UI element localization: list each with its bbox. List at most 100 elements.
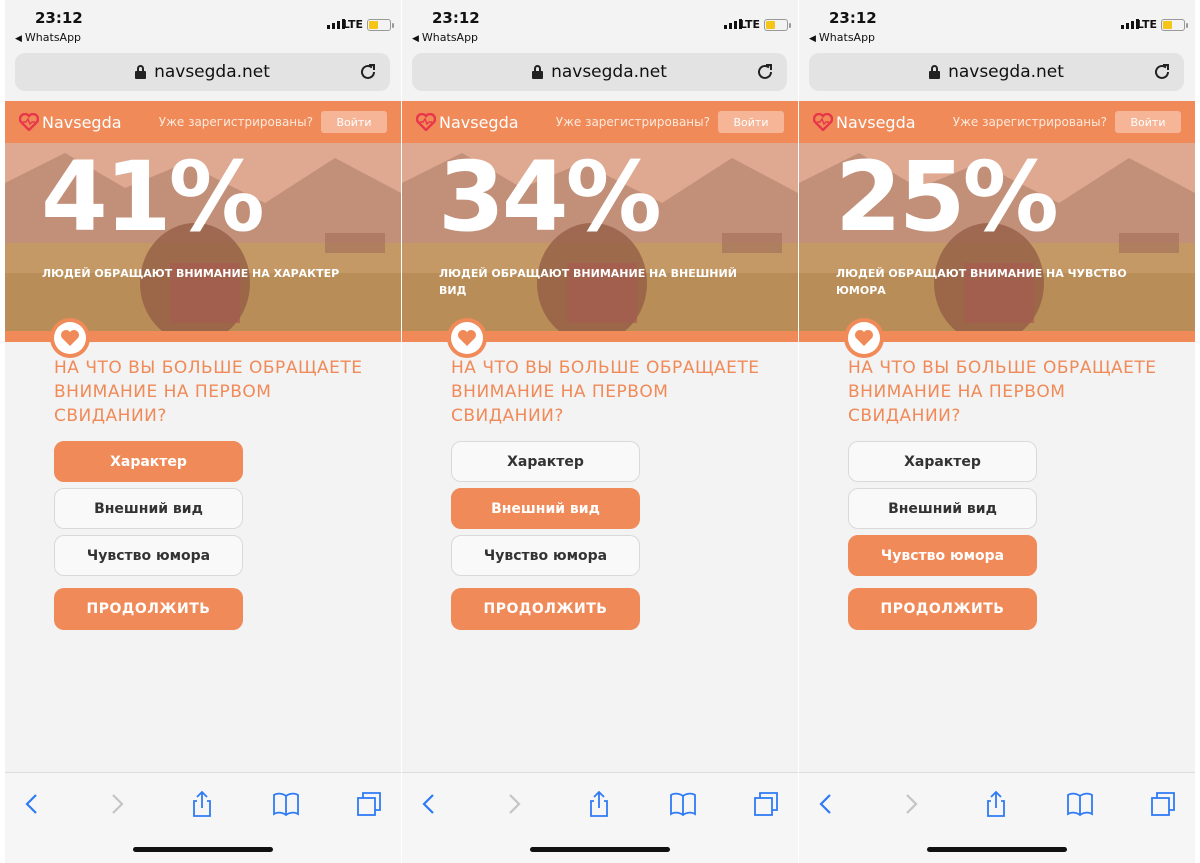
heart-icon [61, 330, 79, 346]
heart-badge [844, 318, 884, 358]
tabs-icon[interactable] [354, 789, 384, 819]
status-time: 23:12 [829, 9, 877, 27]
tabs-icon[interactable] [1148, 789, 1178, 819]
bookmarks-icon[interactable] [1065, 789, 1095, 819]
tabs-icon[interactable] [751, 789, 781, 819]
reload-icon[interactable] [1152, 62, 1172, 82]
lock-icon [532, 65, 544, 79]
home-indicator[interactable] [927, 847, 1067, 852]
option-humor[interactable]: Чувство юмора [451, 535, 640, 576]
already-registered-text: Уже зарегистрированы? [952, 115, 1107, 129]
forward-icon[interactable] [102, 789, 132, 819]
option-appearance[interactable]: Внешний вид [54, 488, 243, 529]
option-character[interactable]: Характер [451, 441, 640, 482]
status-bar: 23:12 ◀ WhatsApp LTE [402, 0, 798, 48]
hero-banner: 41% ЛЮДЕЙ ОБРАЩАЮТ ВНИМАНИЕ НА ХАРАКТЕР [5, 143, 401, 331]
phone-screen-3: 23:12 ◀ WhatsApp LTE navsegda.net Navsegd… [799, 0, 1195, 863]
reload-icon[interactable] [755, 62, 775, 82]
already-registered-text: Уже зарегистрированы? [555, 115, 710, 129]
home-indicator[interactable] [530, 847, 670, 852]
back-app-label: WhatsApp [421, 31, 479, 44]
option-character[interactable]: Характер [848, 441, 1037, 482]
status-time: 23:12 [35, 9, 83, 27]
continue-button[interactable]: ПРОДОЛЖИТЬ [54, 588, 243, 630]
reload-icon[interactable] [358, 62, 378, 82]
network-label: LTE [1136, 18, 1157, 31]
stat-caption: ЛЮДЕЙ ОБРАЩАЮТ ВНИМАНИЕ НА ЧУВСТВО ЮМОРА [836, 267, 1127, 297]
stat-caption: ЛЮДЕЙ ОБРАЩАЮТ ВНИМАНИЕ НА ХАРАКТЕР [42, 267, 340, 280]
question-title: НА ЧТО ВЫ БОЛЬШЕ ОБРАЩАЕТЕ ВНИМАНИЕ НА П… [54, 358, 363, 426]
continue-button[interactable]: ПРОДОЛЖИТЬ [451, 588, 640, 630]
status-bar: 23:12 ◀ WhatsApp LTE [799, 0, 1195, 48]
bookmarks-icon[interactable] [271, 789, 301, 819]
login-button[interactable]: Войти [718, 111, 784, 133]
phone-screen-2: 23:12 ◀ WhatsApp LTE navsegda.net Navsegd… [402, 0, 798, 863]
login-button[interactable]: Войти [321, 111, 387, 133]
login-button[interactable]: Войти [1115, 111, 1181, 133]
home-indicator[interactable] [133, 847, 273, 852]
back-app-label: WhatsApp [24, 31, 82, 44]
share-icon[interactable] [981, 789, 1011, 819]
percent-stat: 34% [438, 143, 662, 253]
stat-caption: ЛЮДЕЙ ОБРАЩАЮТ ВНИМАНИЕ НА ВНЕШНИЙ ВИД [439, 267, 737, 297]
heart-logo-icon [19, 113, 39, 131]
question-title: НА ЧТО ВЫ БОЛЬШЕ ОБРАЩАЕТЕ ВНИМАНИЕ НА П… [848, 358, 1157, 426]
url-bar[interactable]: navsegda.net [809, 53, 1184, 91]
url-bar[interactable]: navsegda.net [15, 53, 390, 91]
url-text: navsegda.net [948, 62, 1064, 82]
back-triangle-icon: ◀ [809, 34, 816, 44]
percent-stat: 41% [41, 143, 265, 253]
continue-button[interactable]: ПРОДОЛЖИТЬ [848, 588, 1037, 630]
browser-toolbar [799, 772, 1195, 863]
battery-icon [367, 19, 394, 31]
back-to-app-link[interactable]: ◀ WhatsApp [809, 31, 875, 44]
back-to-app-link[interactable]: ◀ WhatsApp [412, 31, 478, 44]
heart-badge [447, 318, 487, 358]
option-character[interactable]: Характер [54, 441, 243, 482]
phone-screen-1: 23:12 ◀ WhatsApp LTE navsegda.net Navsegd… [5, 0, 401, 863]
hero-banner: 34% ЛЮДЕЙ ОБРАЩАЮТ ВНИМАНИЕ НА ВНЕШНИЙ В… [402, 143, 798, 331]
logo-text: Navsegda [836, 112, 916, 132]
status-time: 23:12 [432, 9, 480, 27]
network-label: LTE [739, 18, 760, 31]
logo[interactable]: Navsegda [416, 113, 519, 132]
site-header: Navsegda Уже зарегистрированы? Войти [799, 101, 1195, 143]
logo[interactable]: Navsegda [813, 113, 916, 132]
forward-icon[interactable] [499, 789, 529, 819]
percent-stat: 25% [835, 143, 1059, 253]
back-triangle-icon: ◀ [412, 34, 419, 44]
option-appearance[interactable]: Внешний вид [451, 488, 640, 529]
back-app-label: WhatsApp [818, 31, 876, 44]
hero-banner: 25% ЛЮДЕЙ ОБРАЩАЮТ ВНИМАНИЕ НА ЧУВСТВО Ю… [799, 143, 1195, 331]
logo[interactable]: Navsegda [19, 113, 122, 132]
lock-icon [135, 65, 147, 79]
site-header: Navsegda Уже зарегистрированы? Войти [5, 101, 401, 143]
battery-icon [1161, 19, 1188, 31]
back-triangle-icon: ◀ [15, 34, 22, 44]
forward-icon[interactable] [896, 789, 926, 819]
logo-text: Navsegda [439, 112, 519, 132]
option-humor[interactable]: Чувство юмора [848, 535, 1037, 576]
back-icon[interactable] [17, 789, 47, 819]
option-appearance[interactable]: Внешний вид [848, 488, 1037, 529]
site-header: Navsegda Уже зарегистрированы? Войти [402, 101, 798, 143]
network-label: LTE [342, 18, 363, 31]
share-icon[interactable] [584, 789, 614, 819]
option-humor[interactable]: Чувство юмора [54, 535, 243, 576]
back-icon[interactable] [414, 789, 444, 819]
heart-logo-icon [416, 113, 436, 131]
heart-icon [855, 330, 873, 346]
browser-toolbar [5, 772, 401, 863]
back-icon[interactable] [811, 789, 841, 819]
heart-badge [50, 318, 90, 358]
bookmarks-icon[interactable] [668, 789, 698, 819]
browser-toolbar [402, 772, 798, 863]
share-icon[interactable] [187, 789, 217, 819]
lock-icon [929, 65, 941, 79]
already-registered-text: Уже зарегистрированы? [158, 115, 313, 129]
url-text: navsegda.net [551, 62, 667, 82]
url-bar[interactable]: navsegda.net [412, 53, 787, 91]
heart-icon [458, 330, 476, 346]
status-bar: 23:12 ◀ WhatsApp LTE [5, 0, 401, 48]
back-to-app-link[interactable]: ◀ WhatsApp [15, 31, 81, 44]
